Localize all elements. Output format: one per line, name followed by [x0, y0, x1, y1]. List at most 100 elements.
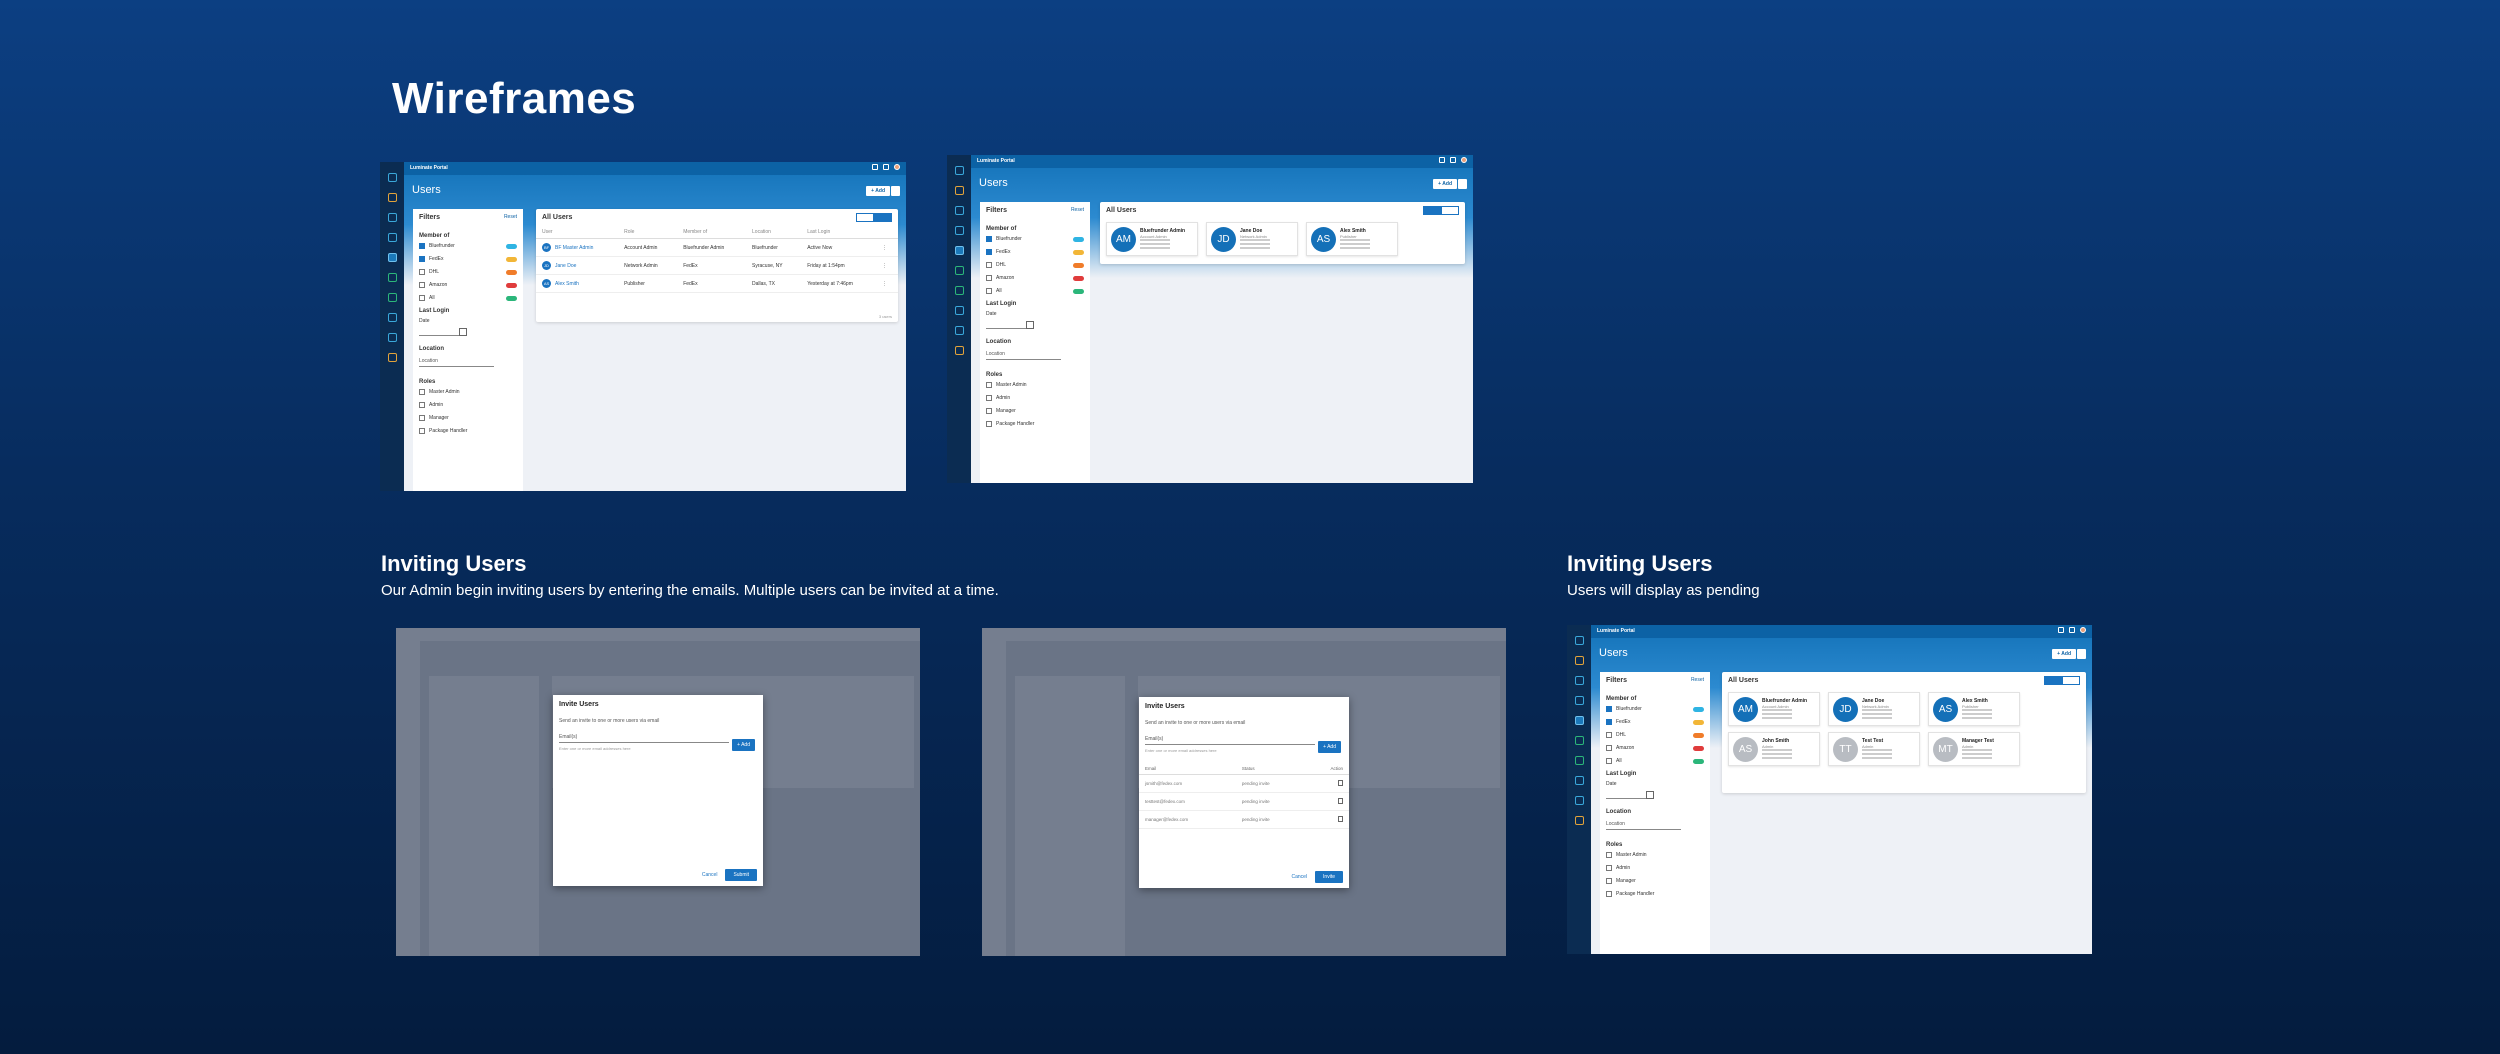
add-button[interactable]: + Add	[1433, 179, 1457, 189]
role-filter-row[interactable]: Package Handler	[986, 421, 1084, 427]
role-checkbox[interactable]	[419, 415, 425, 421]
bell-icon[interactable]	[883, 164, 889, 170]
role-filter-row[interactable]: Manager	[1606, 878, 1704, 884]
member-filter-row[interactable]: DHL	[986, 262, 1084, 268]
chat-icon[interactable]	[2058, 627, 2064, 633]
member-filter-row[interactable]: Amazon	[419, 282, 517, 288]
table-row[interactable]: BF BF Master Admin Account Admin Bluefrunde…	[536, 238, 898, 257]
role-filter-row[interactable]: Manager	[986, 408, 1084, 414]
member-filter-row[interactable]: DHL	[1606, 732, 1704, 738]
chat-icon[interactable]	[872, 164, 878, 170]
list-view-toggle[interactable]	[2062, 676, 2080, 685]
date-input[interactable]	[1606, 791, 1654, 799]
bell-icon[interactable]	[2069, 627, 2075, 633]
user-card[interactable]: TT Test Test Admin	[1828, 732, 1920, 766]
role-checkbox[interactable]	[1606, 865, 1612, 871]
role-checkbox[interactable]	[1606, 878, 1612, 884]
trash-icon[interactable]	[1338, 780, 1343, 786]
table-row[interactable]: JD Jane Doe Network Admin FedEx Syracuse, NY…	[536, 256, 898, 275]
add-dropdown-button[interactable]	[1458, 179, 1467, 189]
add-button[interactable]: + Add	[866, 186, 890, 196]
user-card[interactable]: AM Bluefrunder Admin Account Admin	[1728, 692, 1820, 726]
row-menu-icon[interactable]: ⋮	[875, 274, 898, 293]
role-filter-row[interactable]: Package Handler	[1606, 891, 1704, 897]
reset-link[interactable]: Reset	[1691, 677, 1704, 684]
date-input[interactable]	[419, 328, 467, 336]
role-filter-row[interactable]: Package Handler	[419, 428, 517, 434]
role-checkbox[interactable]	[986, 421, 992, 427]
user-card[interactable]: MT Manager Test Admin	[1928, 732, 2020, 766]
reset-link[interactable]: Reset	[1071, 207, 1084, 214]
table-row[interactable]: AS Alex Smith Publisher FedEx Dallas, TX Yest…	[536, 274, 898, 293]
role-filter-row[interactable]: Admin	[419, 402, 517, 408]
add-dropdown-button[interactable]	[2077, 649, 2086, 659]
location-select[interactable]: Location	[419, 356, 494, 367]
add-email-button[interactable]: + Add	[732, 739, 755, 751]
trash-icon[interactable]	[1338, 798, 1343, 804]
member-checkbox[interactable]	[419, 243, 425, 249]
location-select[interactable]: Location	[1606, 819, 1681, 830]
member-filter-row[interactable]: All	[1606, 758, 1704, 764]
role-checkbox[interactable]	[419, 402, 425, 408]
email-field[interactable]: Email(s)	[1145, 736, 1315, 745]
member-checkbox[interactable]	[419, 295, 425, 301]
user-card[interactable]: AS Alex Smith Publisher	[1928, 692, 2020, 726]
member-filter-row[interactable]: FedEx	[986, 249, 1084, 255]
avatar[interactable]	[1461, 157, 1467, 163]
cancel-button[interactable]: Cancel	[702, 872, 718, 878]
role-filter-row[interactable]: Manager	[419, 415, 517, 421]
list-view-toggle[interactable]	[1441, 206, 1459, 215]
avatar[interactable]	[2080, 627, 2086, 633]
member-checkbox[interactable]	[419, 269, 425, 275]
email-field[interactable]: Email(s)	[559, 734, 729, 743]
invite-button[interactable]: Invite	[1315, 871, 1343, 883]
role-filter-row[interactable]: Master Admin	[986, 382, 1084, 388]
row-menu-icon[interactable]: ⋮	[875, 256, 898, 275]
user-card[interactable]: JD Jane Doe Network Admin	[1828, 692, 1920, 726]
user-card[interactable]: JD Jane Doe Network Admin	[1206, 222, 1298, 256]
member-checkbox[interactable]	[986, 236, 992, 242]
user-cell[interactable]: BF BF Master Admin	[536, 238, 619, 257]
member-filter-row[interactable]: Amazon	[1606, 745, 1704, 751]
member-checkbox[interactable]	[986, 249, 992, 255]
member-filter-row[interactable]: DHL	[419, 269, 517, 275]
grid-view-toggle[interactable]	[856, 213, 874, 222]
date-input[interactable]	[986, 321, 1034, 329]
role-checkbox[interactable]	[419, 428, 425, 434]
user-cell[interactable]: JD Jane Doe	[536, 256, 619, 275]
member-filter-row[interactable]: Bluefrunder	[1606, 706, 1704, 712]
member-checkbox[interactable]	[986, 275, 992, 281]
member-filter-row[interactable]: Amazon	[986, 275, 1084, 281]
role-checkbox[interactable]	[419, 389, 425, 395]
member-filter-row[interactable]: All	[986, 288, 1084, 294]
add-button[interactable]: + Add	[2052, 649, 2076, 659]
role-checkbox[interactable]	[986, 408, 992, 414]
avatar[interactable]	[894, 164, 900, 170]
member-checkbox[interactable]	[986, 262, 992, 268]
member-filter-row[interactable]: All	[419, 295, 517, 301]
role-filter-row[interactable]: Master Admin	[419, 389, 517, 395]
cancel-button[interactable]: Cancel	[1291, 874, 1307, 880]
reset-link[interactable]: Reset	[504, 214, 517, 221]
role-filter-row[interactable]: Admin	[986, 395, 1084, 401]
bell-icon[interactable]	[1450, 157, 1456, 163]
add-email-button[interactable]: + Add	[1318, 741, 1341, 753]
role-checkbox[interactable]	[1606, 891, 1612, 897]
location-select[interactable]: Location	[986, 349, 1061, 360]
role-filter-row[interactable]: Master Admin	[1606, 852, 1704, 858]
user-card[interactable]: AM Bluefrunder Admin Account Admin	[1106, 222, 1198, 256]
submit-button[interactable]: Submit	[725, 869, 757, 881]
trash-icon[interactable]	[1338, 816, 1343, 822]
user-card[interactable]: AS John Smith Admin	[1728, 732, 1820, 766]
member-filter-row[interactable]: FedEx	[419, 256, 517, 262]
row-menu-icon[interactable]: ⋮	[875, 238, 898, 257]
member-checkbox[interactable]	[1606, 758, 1612, 764]
user-cell[interactable]: AS Alex Smith	[536, 274, 619, 293]
member-filter-row[interactable]: Bluefrunder	[986, 236, 1084, 242]
member-checkbox[interactable]	[1606, 706, 1612, 712]
grid-view-toggle[interactable]	[1423, 206, 1441, 215]
member-checkbox[interactable]	[986, 288, 992, 294]
user-card[interactable]: AS Alex Smith Publisher	[1306, 222, 1398, 256]
role-filter-row[interactable]: Admin	[1606, 865, 1704, 871]
member-checkbox[interactable]	[1606, 732, 1612, 738]
